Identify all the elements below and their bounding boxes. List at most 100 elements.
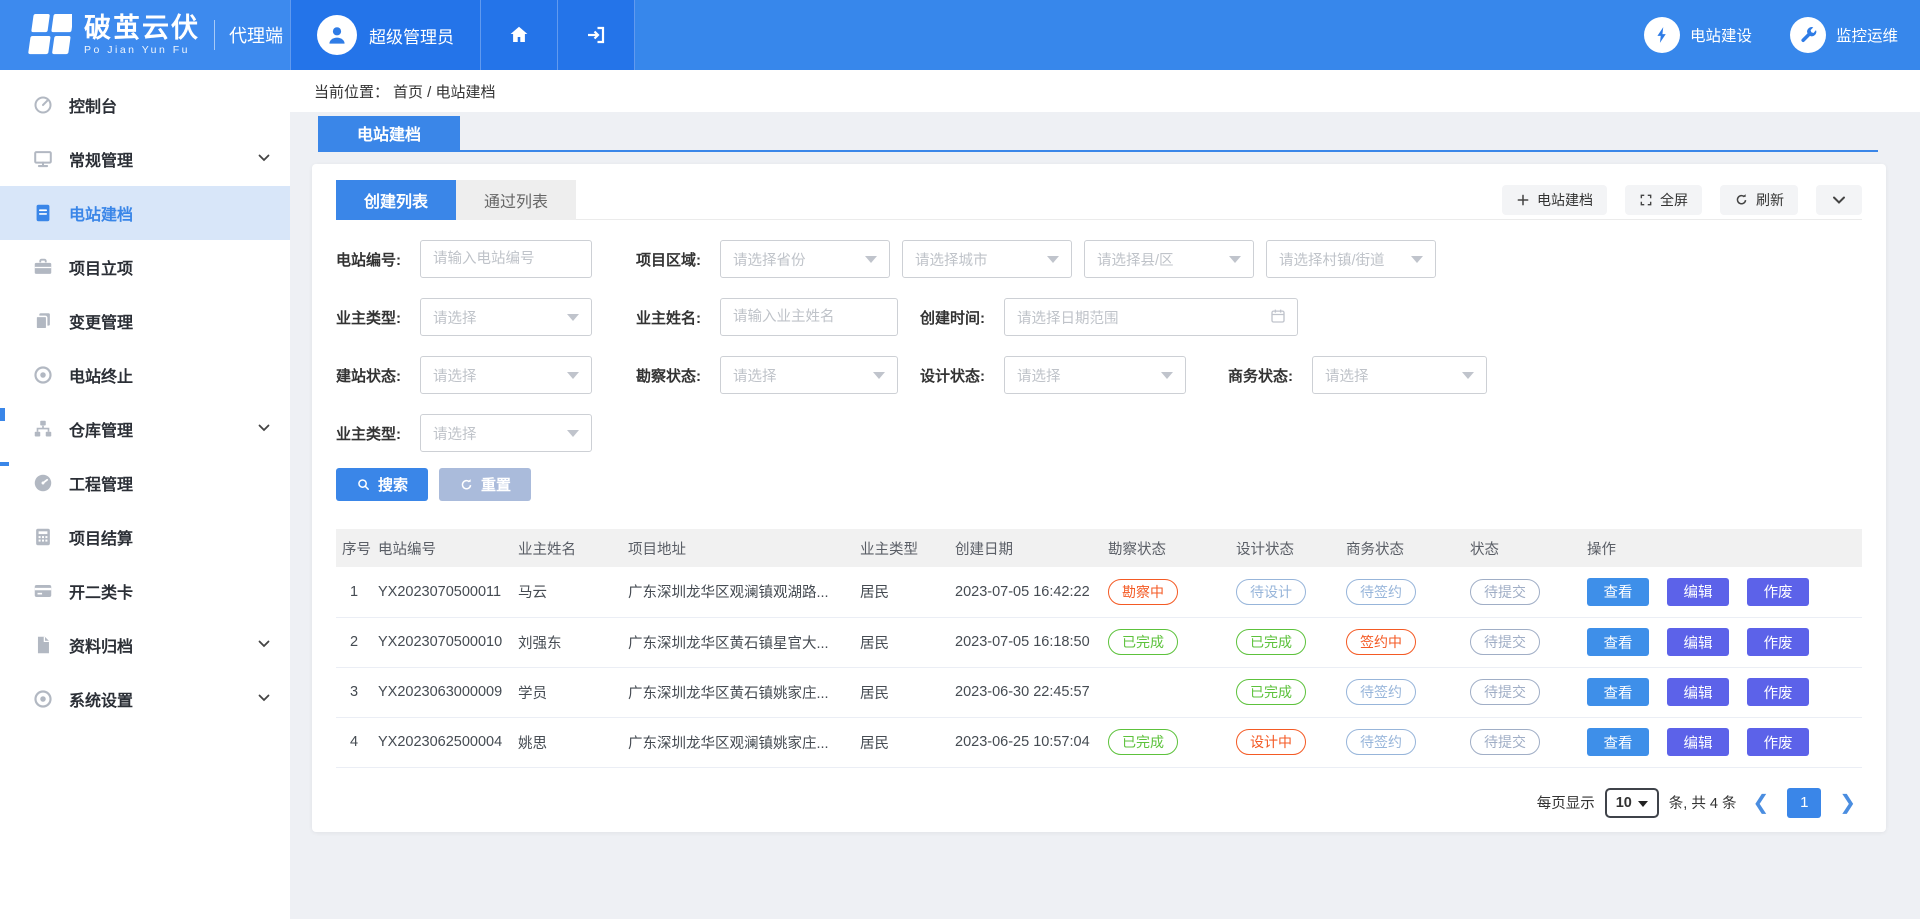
tab-create-list[interactable]: 创建列表 — [336, 180, 456, 220]
caret-down-icon — [1229, 256, 1241, 263]
sidebar-scroll-mark — [0, 408, 5, 421]
fullscreen-button[interactable]: 全屏 — [1625, 185, 1702, 215]
owner-type2-label: 业主类型: — [336, 423, 420, 444]
status-badge: 待提交 — [1470, 629, 1540, 655]
city-select[interactable]: 请选择城市 — [902, 240, 1072, 278]
sidebar-item-project-initiation[interactable]: 项目立项 — [0, 240, 290, 294]
design-status-select[interactable]: 请选择 — [1004, 356, 1186, 394]
design-status-badge: 设计中 — [1236, 729, 1306, 755]
status-badge: 待提交 — [1470, 729, 1540, 755]
cell-owner-name: 刘强东 — [512, 617, 622, 667]
total-count-label: 条, 共 4 条 — [1669, 792, 1737, 813]
survey-status-badge: 勘察中 — [1108, 579, 1178, 605]
sidebar-item-warehouse-mgmt[interactable]: 仓库管理 — [0, 402, 290, 456]
next-page-button[interactable]: ❯ — [1833, 793, 1862, 813]
document-icon — [32, 202, 54, 224]
cell-created: 2023-06-30 22:45:57 — [949, 667, 1102, 717]
cell-created: 2023-07-05 16:18:50 — [949, 617, 1102, 667]
col-owner-name: 业主姓名 — [512, 529, 622, 567]
void-button[interactable]: 作废 — [1747, 628, 1809, 656]
caret-down-icon — [1411, 256, 1423, 263]
filter-actions: 搜索 重置 — [336, 468, 1862, 501]
date-range-picker[interactable]: 请选择日期范围 — [1004, 298, 1298, 336]
col-created: 创建日期 — [949, 529, 1102, 567]
page-tab-bar: 电站建档 — [318, 116, 1878, 152]
view-button[interactable]: 查看 — [1587, 628, 1649, 656]
cell-address: 广东深圳龙华区观澜镇观湖路... — [622, 567, 854, 617]
col-business-status: 商务状态 — [1340, 529, 1464, 567]
collapse-toolbar-button[interactable] — [1816, 185, 1862, 215]
cell-owner-type: 居民 — [854, 717, 949, 767]
station-code-label: 电站编号: — [336, 249, 420, 270]
logout-button[interactable] — [558, 0, 635, 70]
exit-icon — [584, 23, 608, 47]
cell-station-code: YX2023062500004 — [372, 717, 512, 767]
module-station-build[interactable]: 电站建设 — [1644, 17, 1752, 53]
void-button[interactable]: 作废 — [1747, 728, 1809, 756]
caret-down-icon — [1047, 256, 1059, 263]
station-code-input[interactable] — [420, 240, 592, 278]
sidebar-item-station-archive[interactable]: 电站建档 — [0, 186, 290, 240]
page-tab-station-archive[interactable]: 电站建档 — [318, 116, 460, 150]
cell-owner-type: 居民 — [854, 667, 949, 717]
edit-button[interactable]: 编辑 — [1667, 578, 1729, 606]
refresh-icon — [1734, 192, 1749, 207]
breadcrumb-path[interactable]: 首页 / 电站建档 — [393, 81, 496, 102]
sidebar: 控制台 常规管理 电站建档 项 — [0, 70, 290, 919]
owner-name-input[interactable] — [720, 298, 898, 336]
per-page-select[interactable]: 10 — [1605, 788, 1659, 818]
caret-down-icon — [567, 430, 579, 437]
current-page[interactable]: 1 — [1787, 788, 1821, 818]
county-select[interactable]: 请选择县/区 — [1084, 240, 1254, 278]
province-select[interactable]: 请选择省份 — [720, 240, 890, 278]
sidebar-item-general-mgmt[interactable]: 常规管理 — [0, 132, 290, 186]
view-button[interactable]: 查看 — [1587, 678, 1649, 706]
sidebar-item-data-archive[interactable]: 资料归档 — [0, 618, 290, 672]
owner-type2-select[interactable]: 请选择 — [420, 414, 592, 452]
sidebar-item-system-settings[interactable]: 系统设置 — [0, 672, 290, 726]
search-button[interactable]: 搜索 — [336, 468, 428, 501]
cell-address: 广东深圳龙华区观澜镇姚家庄... — [622, 717, 854, 767]
void-button[interactable]: 作废 — [1747, 578, 1809, 606]
reset-icon — [459, 477, 474, 492]
business-status-select[interactable]: 请选择 — [1312, 356, 1487, 394]
plus-icon — [1516, 193, 1530, 207]
sidebar-item-console[interactable]: 控制台 — [0, 78, 290, 132]
void-button[interactable]: 作废 — [1747, 678, 1809, 706]
view-button[interactable]: 查看 — [1587, 578, 1649, 606]
create-station-button[interactable]: 电站建档 — [1502, 185, 1607, 215]
owner-name-label: 业主姓名: — [636, 307, 720, 328]
design-status-badge: 已完成 — [1236, 679, 1306, 705]
refresh-button[interactable]: 刷新 — [1720, 185, 1798, 215]
town-select[interactable]: 请选择村镇/街道 — [1266, 240, 1436, 278]
cell-station-code: YX2023063000009 — [372, 667, 512, 717]
build-status-label: 建站状态: — [336, 365, 420, 386]
module-monitor-ops[interactable]: 监控运维 — [1790, 17, 1898, 53]
brand-name: 破茧云伏 — [84, 14, 200, 42]
caret-down-icon — [865, 256, 877, 263]
survey-status-select[interactable]: 请选择 — [720, 356, 898, 394]
design-status-badge: 待设计 — [1236, 579, 1306, 605]
current-user[interactable]: 超级管理员 — [290, 0, 481, 70]
sidebar-item-station-termination[interactable]: 电站终止 — [0, 348, 290, 402]
edit-button[interactable]: 编辑 — [1667, 678, 1729, 706]
sidebar-item-project-settlement[interactable]: 项目结算 — [0, 510, 290, 564]
build-status-select[interactable]: 请选择 — [420, 356, 592, 394]
edit-button[interactable]: 编辑 — [1667, 628, 1729, 656]
create-time-label: 创建时间: — [920, 307, 1004, 328]
sidebar-item-engineering-mgmt[interactable]: 工程管理 — [0, 456, 290, 510]
prev-page-button[interactable]: ❮ — [1746, 793, 1775, 813]
cell-address: 广东深圳龙华区黄石镇姚家庄... — [622, 667, 854, 717]
view-button[interactable]: 查看 — [1587, 728, 1649, 756]
home-icon — [507, 23, 531, 47]
module-monitor-ops-label: 监控运维 — [1836, 24, 1898, 46]
cell-created: 2023-06-25 10:57:04 — [949, 717, 1102, 767]
edit-button[interactable]: 编辑 — [1667, 728, 1729, 756]
home-button[interactable] — [481, 0, 558, 70]
tab-passed-list[interactable]: 通过列表 — [456, 180, 576, 220]
reset-button[interactable]: 重置 — [439, 468, 531, 501]
sidebar-item-change-mgmt[interactable]: 变更管理 — [0, 294, 290, 348]
sidebar-scroll-mark — [0, 462, 9, 466]
sidebar-item-type2-card[interactable]: 开二类卡 — [0, 564, 290, 618]
owner-type-select[interactable]: 请选择 — [420, 298, 592, 336]
